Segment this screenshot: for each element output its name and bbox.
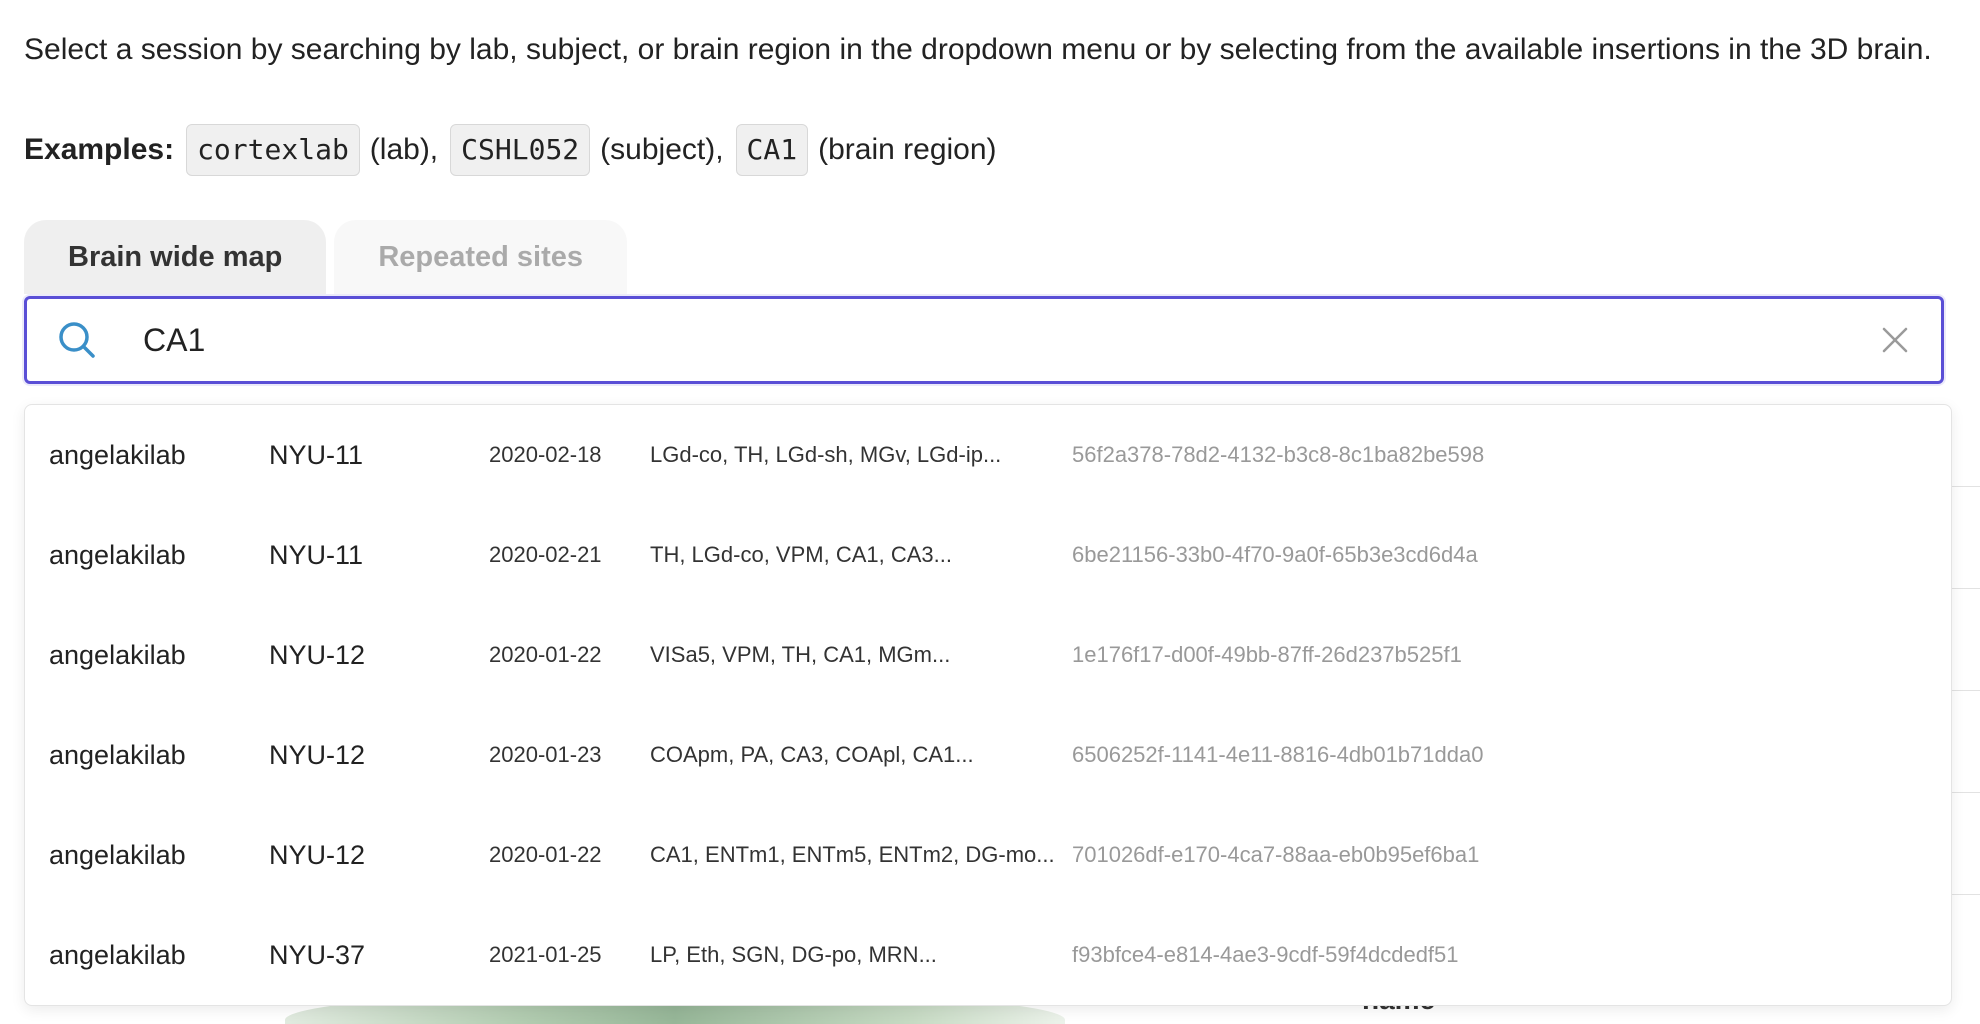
result-lab: angelakilab — [49, 540, 186, 570]
result-lab: angelakilab — [49, 840, 186, 870]
result-subject: NYU-37 — [269, 940, 366, 970]
result-eid: 56f2a378-78d2-4132-b3c8-8c1ba82be598 — [1072, 442, 1485, 467]
result-row[interactable]: angelakilab NYU-11 2020-02-21 TH, LGd-co… — [25, 505, 1951, 605]
examples-line: Examples: cortexlab (lab), CSHL052 (subj… — [24, 124, 1009, 176]
result-row[interactable]: angelakilab NYU-12 2020-01-22 VISa5, VPM… — [25, 605, 1951, 705]
result-eid: 6be21156-33b0-4f70-9a0f-65b3e3cd6d4a — [1072, 542, 1478, 567]
example-region-code: CA1 — [735, 124, 809, 176]
search-box[interactable] — [24, 296, 1944, 384]
search-results-dropdown: angelakilab NYU-11 2020-02-18 LGd-co, TH… — [24, 404, 1952, 1006]
search-input[interactable] — [141, 320, 1881, 360]
result-eid: f93bfce4-e814-4ae3-9cdf-59f4dcdedf51 — [1072, 942, 1459, 967]
example-lab-suffix: (lab), — [369, 133, 439, 166]
tab-brain-wide-map[interactable]: Brain wide map — [24, 220, 327, 294]
result-lab: angelakilab — [49, 940, 186, 970]
result-date: 2020-01-22 — [489, 642, 602, 667]
search-icon — [59, 322, 95, 358]
tab-repeated-sites[interactable]: Repeated sites — [334, 220, 628, 294]
result-eid: 6506252f-1141-4e11-8816-4db01b71dda0 — [1072, 742, 1484, 767]
result-lab: angelakilab — [49, 440, 186, 470]
result-regions: VISa5, VPM, TH, CA1, MGm... — [650, 642, 951, 667]
result-lab: angelakilab — [49, 640, 186, 670]
result-date: 2020-02-21 — [489, 542, 602, 567]
result-row[interactable]: angelakilab NYU-12 2020-01-22 CA1, ENTm1… — [25, 805, 1951, 905]
result-row[interactable]: angelakilab NYU-11 2020-02-18 LGd-co, TH… — [25, 405, 1951, 505]
result-date: 2021-01-25 — [489, 942, 602, 967]
result-date: 2020-02-18 — [489, 442, 602, 467]
result-date: 2020-01-22 — [489, 842, 602, 867]
result-subject: NYU-11 — [269, 440, 364, 470]
result-row[interactable]: angelakilab NYU-12 2020-01-23 COApm, PA,… — [25, 705, 1951, 805]
result-regions: COApm, PA, CA3, COApl, CA1... — [650, 742, 974, 767]
result-row[interactable]: angelakilab NYU-37 2021-01-25 LP, Eth, S… — [25, 905, 1951, 1005]
instructions-text: Select a session by searching by lab, su… — [24, 33, 1932, 66]
result-subject: NYU-12 — [269, 840, 366, 870]
examples-label: Examples: — [24, 133, 175, 166]
result-subject: NYU-11 — [269, 540, 364, 570]
result-subject: NYU-12 — [269, 740, 366, 770]
example-region-suffix: (brain region) — [818, 133, 997, 166]
result-regions: TH, LGd-co, VPM, CA1, CA3... — [650, 542, 952, 567]
close-icon[interactable] — [1881, 326, 1909, 354]
example-subject-suffix: (subject), — [600, 133, 724, 166]
background-table-lines — [1950, 486, 1980, 996]
result-subject: NYU-12 — [269, 640, 366, 670]
result-regions: LGd-co, TH, LGd-sh, MGv, LGd-ip... — [650, 442, 1002, 467]
result-regions: LP, Eth, SGN, DG-po, MRN... — [650, 942, 937, 967]
result-regions: CA1, ENTm1, ENTm5, ENTm2, DG-mo... — [650, 842, 1055, 867]
example-subject-code: CSHL052 — [450, 124, 591, 176]
tab-bar: Brain wide map Repeated sites — [24, 220, 628, 294]
result-lab: angelakilab — [49, 740, 186, 770]
result-eid: 701026df-e170-4ca7-88aa-eb0b95ef6ba1 — [1072, 842, 1480, 867]
page: Select a session by searching by lab, su… — [0, 0, 1980, 1024]
result-date: 2020-01-23 — [489, 742, 602, 767]
example-lab-code: cortexlab — [186, 124, 360, 176]
result-eid: 1e176f17-d00f-49bb-87ff-26d237b525f1 — [1072, 642, 1462, 667]
